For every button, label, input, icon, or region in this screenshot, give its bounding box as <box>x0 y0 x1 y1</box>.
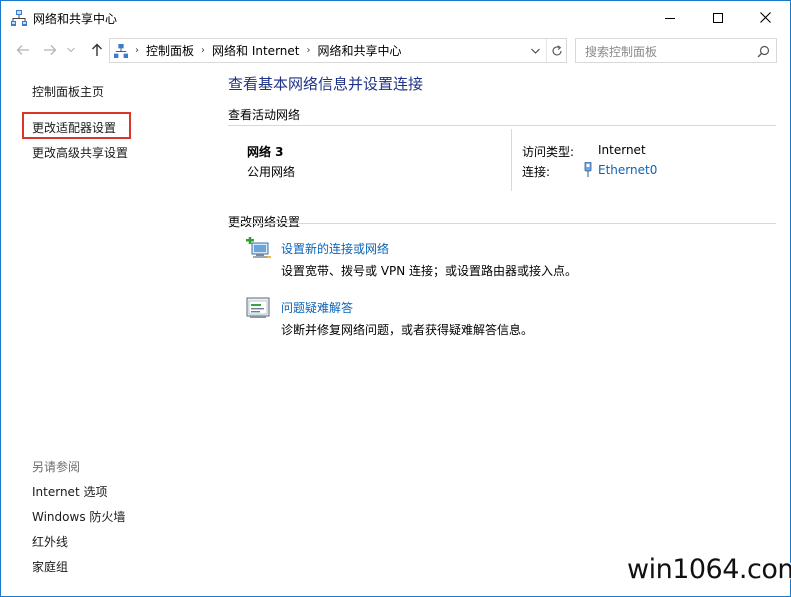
chevron-down-icon <box>67 47 75 53</box>
see-also-windows-firewall[interactable]: Windows 防火墙 <box>32 508 125 525</box>
chevron-down-icon <box>530 48 540 54</box>
troubleshoot-icon <box>246 297 270 322</box>
breadcrumb-separator-icon: › <box>201 45 206 56</box>
back-arrow-icon <box>16 45 29 55</box>
section-divider <box>228 125 776 126</box>
search-control-panel-input[interactable]: 搜索控制面板 <box>575 38 777 63</box>
network-app-icon <box>11 10 27 26</box>
troubleshoot-link[interactable]: 问题疑难解答 <box>281 299 353 316</box>
vertical-divider <box>511 129 512 191</box>
breadcrumb-item[interactable]: 网络和共享中心 <box>317 42 401 59</box>
control-panel-icon <box>114 43 128 58</box>
forward-button[interactable] <box>40 40 60 60</box>
access-type-value: Internet <box>598 143 646 157</box>
close-button[interactable] <box>742 1 788 34</box>
see-also-homegroup[interactable]: 家庭组 <box>32 558 68 575</box>
title-bar: 网络和共享中心 <box>1 1 790 34</box>
see-also-infrared[interactable]: 红外线 <box>32 533 68 550</box>
change-network-settings-header: 更改网络设置 <box>228 215 301 229</box>
up-arrow-icon <box>92 43 102 56</box>
network-sharing-center-window: 网络和共享中心 › 控制面板 › 网络和 Internet › 网络和共享中心 … <box>0 0 791 597</box>
network-type: 公用网络 <box>247 165 296 179</box>
ethernet-connection-link[interactable]: Ethernet0 <box>598 163 657 177</box>
address-bar[interactable]: › 控制面板 › 网络和 Internet › 网络和共享中心 <box>109 38 567 63</box>
troubleshoot-description: 诊断并修复网络问题，或者获得疑难解答信息。 <box>281 323 534 337</box>
sidebar-item-control-panel-home[interactable]: 控制面板主页 <box>32 83 104 100</box>
maximize-button[interactable] <box>695 1 741 34</box>
site-watermark: win1064.com <box>627 554 791 585</box>
address-dropdown-button[interactable] <box>525 39 545 62</box>
active-networks-header: 查看活动网络 <box>228 108 301 122</box>
access-type-label: 访问类型: <box>522 145 575 159</box>
window-title: 网络和共享中心 <box>33 12 118 26</box>
see-also-header: 另请参阅 <box>32 460 81 474</box>
back-button[interactable] <box>13 40 33 60</box>
section-divider <box>228 223 776 224</box>
setup-new-connection-link[interactable]: 设置新的连接或网络 <box>281 240 389 257</box>
connections-label: 连接: <box>522 165 551 179</box>
new-connection-icon <box>246 236 272 264</box>
ethernet-adapter-icon <box>583 161 593 180</box>
minimize-icon <box>665 17 675 19</box>
see-also-internet-options[interactable]: Internet 选项 <box>32 483 107 500</box>
refresh-button[interactable] <box>546 39 567 62</box>
breadcrumb-separator-icon: › <box>135 45 139 56</box>
breadcrumb-item[interactable]: 网络和 Internet <box>212 42 299 59</box>
search-placeholder: 搜索控制面板 <box>585 45 658 59</box>
sidebar-item-change-advanced-sharing[interactable]: 更改高级共享设置 <box>32 144 128 161</box>
close-icon <box>759 12 771 23</box>
maximize-icon <box>713 12 723 23</box>
setup-new-connection-description: 设置宽带、拨号或 VPN 连接；或设置路由器或接入点。 <box>281 264 578 278</box>
up-button[interactable] <box>87 40 107 60</box>
network-name: 网络 3 <box>247 145 284 159</box>
minimize-button[interactable] <box>647 1 693 34</box>
breadcrumb-item[interactable]: 控制面板 <box>146 42 194 59</box>
sidebar-item-change-adapter-settings[interactable]: 更改适配器设置 <box>32 119 116 136</box>
recent-locations-button[interactable] <box>64 40 78 60</box>
breadcrumb-separator-icon: › <box>306 45 311 56</box>
forward-arrow-icon <box>44 45 57 55</box>
refresh-icon <box>552 44 562 56</box>
page-title: 查看基本网络信息并设置连接 <box>228 75 424 93</box>
breadcrumb: › 控制面板 › 网络和 Internet › 网络和共享中心 <box>110 39 402 62</box>
search-icon[interactable] <box>757 43 770 62</box>
